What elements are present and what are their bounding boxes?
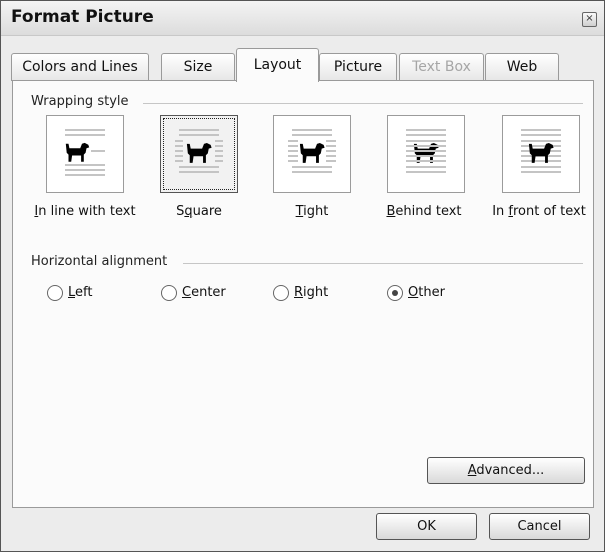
tight-wrap-icon	[288, 129, 336, 173]
advanced-button[interactable]: Advanced...	[427, 457, 585, 484]
radio-other-label[interactable]: Other	[408, 285, 445, 300]
wrapping-style-divider	[143, 103, 583, 104]
in-front-of-text-icon	[521, 129, 561, 173]
in-front-caption[interactable]: In front of text	[492, 204, 586, 219]
ok-button[interactable]: OK	[376, 513, 477, 540]
wrap-in-front-button[interactable]	[502, 115, 580, 193]
tab-colors-and-lines[interactable]: Colors and Lines	[11, 53, 149, 81]
radio-right-label[interactable]: Right	[294, 285, 328, 300]
wrap-in-line-button[interactable]	[46, 115, 124, 193]
layout-panel: Wrapping style In line with text Square …	[12, 80, 594, 508]
tab-picture[interactable]: Picture	[319, 53, 397, 81]
behind-text-icon	[406, 129, 446, 173]
cancel-button[interactable]: Cancel	[489, 513, 590, 540]
radio-center-circle[interactable]	[161, 285, 177, 301]
radio-right-circle[interactable]	[273, 285, 289, 301]
tab-text-box: Text Box	[399, 53, 484, 81]
format-picture-dialog: Format Picture × Colors and Lines Size L…	[0, 0, 605, 552]
tab-web[interactable]: Web	[485, 53, 559, 81]
radio-left-label[interactable]: Left	[68, 285, 92, 300]
radio-center-label[interactable]: Center	[182, 285, 226, 300]
in-line-caption[interactable]: In line with text	[34, 204, 135, 219]
wrap-square-button[interactable]	[160, 115, 238, 193]
in-line-wrap-icon	[65, 129, 105, 176]
behind-text-caption[interactable]: Behind text	[386, 204, 461, 219]
title-bar[interactable]: Format Picture ×	[1, 1, 604, 36]
tab-layout[interactable]: Layout	[236, 48, 319, 82]
close-button[interactable]: ×	[582, 12, 597, 27]
radio-selected-dot	[392, 290, 398, 296]
wrap-tight-button[interactable]	[273, 115, 351, 193]
square-caption[interactable]: Square	[176, 204, 222, 219]
tab-size[interactable]: Size	[161, 53, 235, 81]
radio-other-circle[interactable]	[387, 285, 403, 301]
tight-caption[interactable]: Tight	[296, 204, 329, 219]
dialog-title: Format Picture	[11, 7, 154, 27]
radio-left-circle[interactable]	[47, 285, 63, 301]
horizontal-alignment-label: Horizontal alignment	[31, 254, 174, 269]
square-wrap-icon	[175, 129, 223, 173]
horizontal-alignment-divider	[183, 263, 583, 264]
wrapping-style-label: Wrapping style	[31, 94, 135, 109]
close-icon: ×	[585, 13, 594, 24]
wrap-behind-text-button[interactable]	[387, 115, 465, 193]
